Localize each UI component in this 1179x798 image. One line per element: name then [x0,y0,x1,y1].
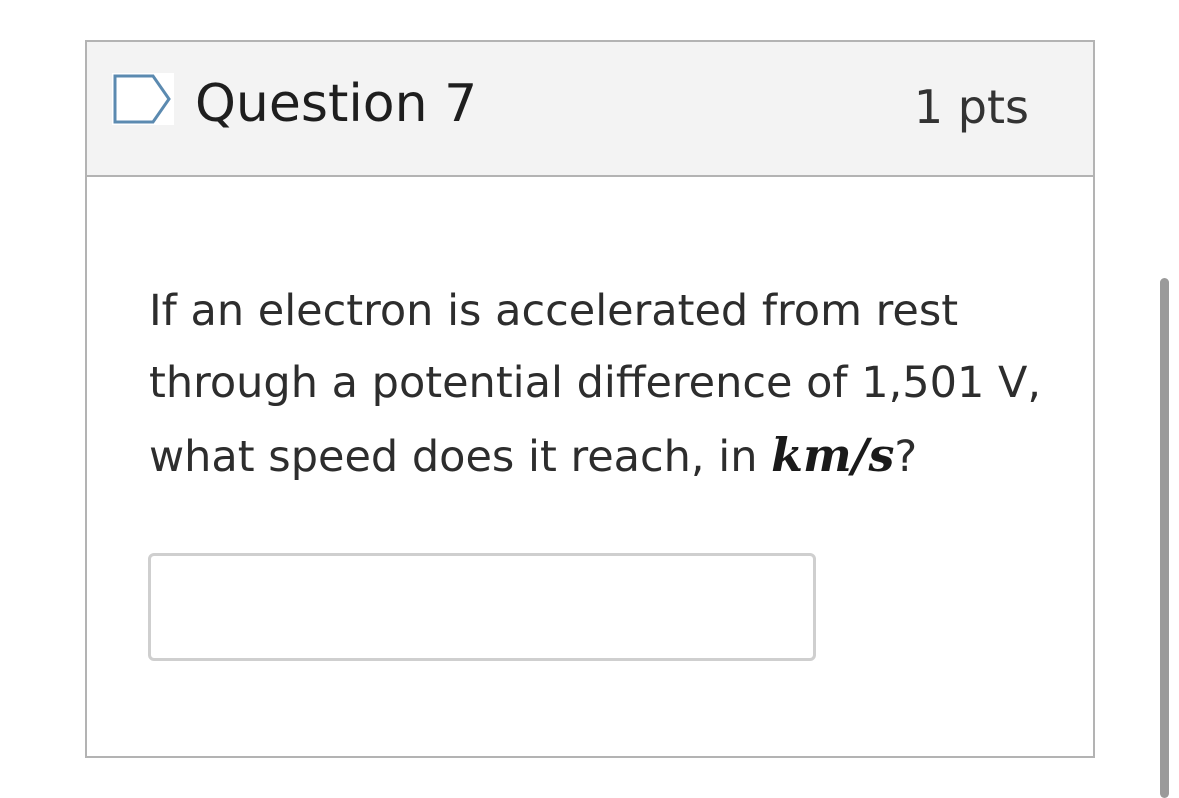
flag-outline-icon[interactable] [112,73,174,125]
answer-input[interactable] [148,553,816,661]
question-text-end: ? [894,432,918,482]
scrollbar[interactable] [1160,278,1169,798]
question-title: Question 7 [195,74,478,134]
question-header: Question 7 1 pts [87,42,1093,177]
question-points: 1 pts [913,80,1029,134]
question-card: Question 7 1 pts If an electron is accel… [85,40,1095,758]
question-text: If an electron is accelerated from rest … [149,275,1049,493]
unit-math: km/s [771,428,895,482]
